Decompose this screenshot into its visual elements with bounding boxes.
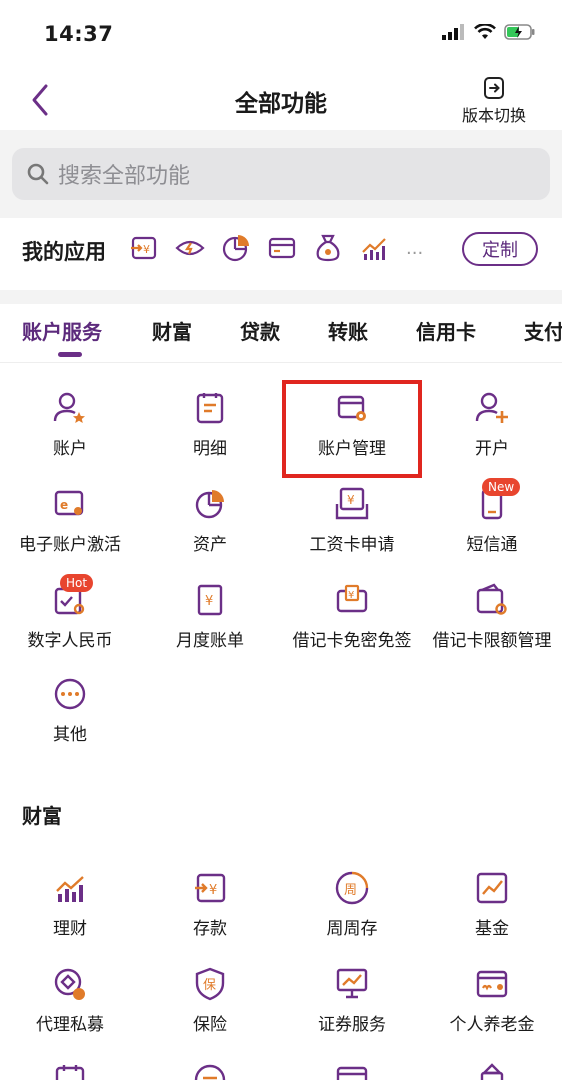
weekly-icon: 周 (335, 871, 369, 905)
version-switch-button[interactable]: 版本切换 (456, 76, 532, 126)
securities-icon (336, 968, 368, 999)
hot-badge: Hot (60, 574, 94, 592)
card-limit-icon (476, 583, 507, 615)
open-account-button[interactable]: 开户 (422, 390, 562, 459)
svg-text:周: 周 (344, 883, 357, 898)
svg-text:¥: ¥ (143, 243, 150, 256)
svg-text:e: e (60, 498, 68, 512)
securities-service-button[interactable]: 证券服务 (282, 966, 422, 1035)
insurance-button[interactable]: 保 保险 (140, 966, 280, 1035)
assets-button[interactable]: 资产 (140, 486, 280, 555)
wealth-section-title: 财富 (22, 804, 62, 828)
deposit-icon: ¥ (195, 873, 226, 903)
svg-text:¥: ¥ (348, 590, 354, 601)
tab-payment[interactable]: 支付 (524, 316, 562, 345)
monthly-statement-button[interactable]: ¥ 月度账单 (140, 582, 280, 651)
salary-card-application-button[interactable]: ¥ 工资卡申请 (282, 486, 422, 555)
personal-pension-button[interactable]: 个人养老金 (422, 966, 562, 1035)
debit-card-limit-button[interactable]: 借记卡限额管理 (422, 582, 562, 651)
switch-label: 版本切换 (461, 106, 526, 125)
e-account-activation-button[interactable]: e 电子账户激活 (0, 486, 140, 555)
tab-credit-card[interactable]: 信用卡 (416, 316, 476, 345)
sms-service-button[interactable]: 短信通 New (422, 478, 562, 555)
customize-button[interactable]: 定制 (462, 232, 538, 266)
money-bag-icon[interactable] (312, 232, 344, 264)
svg-text:¥: ¥ (209, 883, 217, 898)
status-icons (442, 24, 536, 40)
my-apps-label: 我的应用 (22, 240, 106, 264)
new-badge: New (482, 478, 521, 496)
tab-account-services[interactable]: 账户服务 (22, 316, 102, 345)
tab-wealth[interactable]: 财富 (152, 316, 192, 345)
bar-chart-icon (56, 876, 84, 902)
search-input[interactable]: 搜索全部功能 (12, 148, 550, 200)
partial-icon (192, 1062, 228, 1080)
deposit-button[interactable]: ¥ 存款 (140, 870, 280, 939)
pie-chart-icon (195, 490, 224, 519)
card-icon[interactable] (266, 232, 298, 264)
more-circle-icon (54, 678, 86, 710)
tab-loans[interactable]: 贷款 (240, 316, 280, 345)
debit-card-icon: ¥ (336, 584, 368, 613)
svg-text:保: 保 (203, 978, 216, 993)
section-divider (0, 290, 562, 304)
private-fund-agency-button[interactable]: 代理私募 (0, 966, 140, 1035)
pension-card-icon (476, 970, 508, 998)
partial-icon (334, 1062, 370, 1080)
eye-icon[interactable] (174, 232, 206, 264)
debit-card-password-free-button[interactable]: ¥ 借记卡免密免签 (282, 582, 422, 651)
svg-text:¥: ¥ (205, 594, 213, 609)
bar-chart-icon[interactable] (358, 232, 390, 264)
fund-button[interactable]: 基金 (422, 870, 562, 939)
svg-text:¥: ¥ (347, 493, 355, 507)
details-button[interactable]: 明细 (140, 390, 280, 459)
insurance-icon: 保 (195, 967, 225, 1001)
pie-chart-icon[interactable] (220, 232, 252, 264)
switch-icon (484, 77, 504, 99)
weekly-savings-button[interactable]: 周 周周存 (282, 870, 422, 939)
private-fund-icon (54, 968, 85, 1000)
bill-icon: ¥ (197, 584, 223, 616)
user-add-icon (475, 392, 508, 423)
search-icon (27, 163, 49, 185)
more-apps-indicator: ... (406, 237, 424, 259)
others-button[interactable]: 其他 (0, 676, 140, 745)
search-placeholder: 搜索全部功能 (58, 164, 191, 189)
active-tab-indicator (58, 352, 82, 357)
category-tabs: 账户服务 财富 贷款 转账 信用卡 支付 (0, 312, 562, 363)
partial-icon (52, 1062, 88, 1080)
deposit-icon[interactable]: ¥ (128, 232, 160, 264)
fund-chart-icon (476, 872, 508, 904)
tab-transfer[interactable]: 转账 (328, 316, 368, 345)
partial-icon (474, 1062, 510, 1080)
status-time: 14:37 (44, 22, 114, 46)
user-star-icon (53, 392, 85, 423)
salary-card-icon: ¥ (335, 487, 369, 520)
digital-rmb-button[interactable]: 数字人民币 Hot (0, 574, 140, 651)
e-card-icon: e (54, 490, 84, 516)
highlight-box (282, 380, 422, 478)
battery-charging-icon (504, 24, 535, 40)
wealth-management-button[interactable]: 理财 (0, 870, 140, 939)
clipboard-icon (196, 393, 224, 424)
signal-icon (442, 24, 464, 40)
wifi-icon (474, 24, 496, 39)
account-button[interactable]: 账户 (0, 390, 140, 459)
my-apps-icons: ¥ ... (128, 232, 423, 264)
